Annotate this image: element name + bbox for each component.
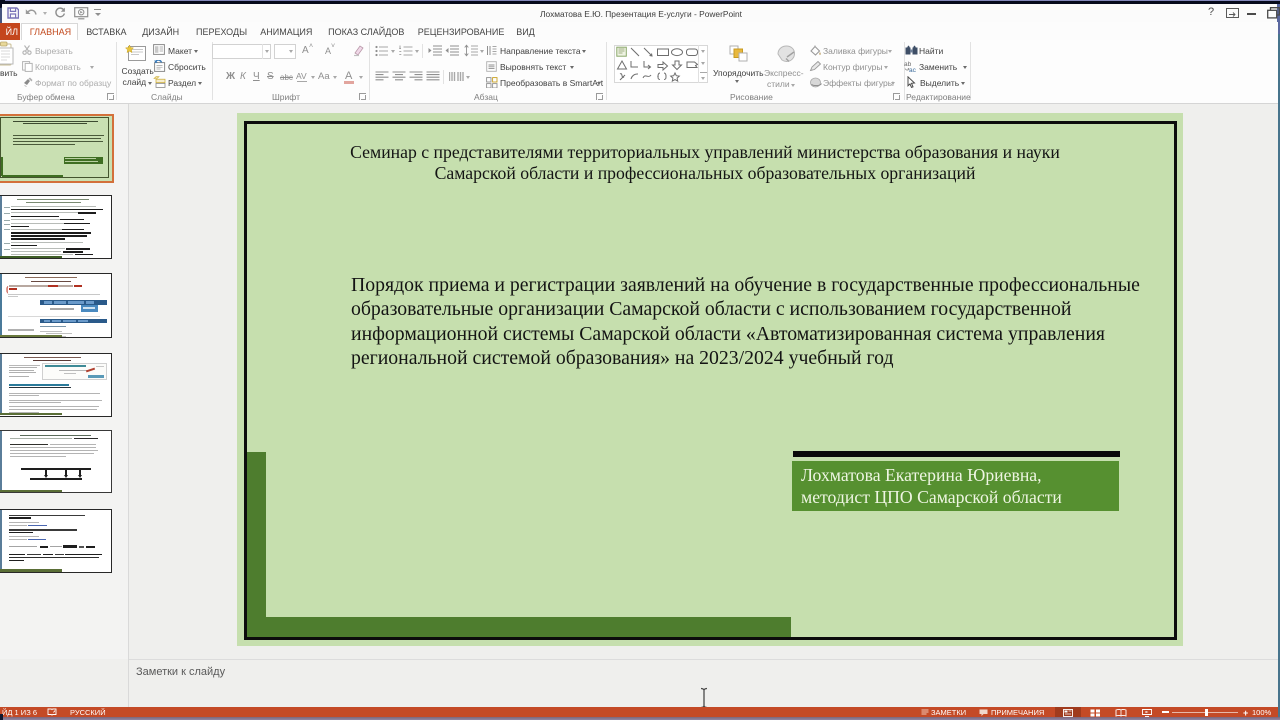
svg-text:ac: ac xyxy=(909,67,917,73)
